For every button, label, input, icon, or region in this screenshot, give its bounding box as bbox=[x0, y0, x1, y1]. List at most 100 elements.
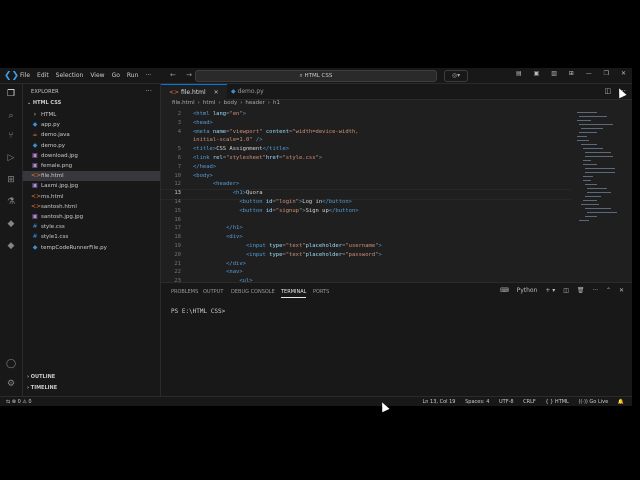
tab-ports[interactable]: PORTS bbox=[313, 289, 329, 295]
menu-item-go[interactable]: Go bbox=[112, 72, 120, 79]
terminal-prompt[interactable]: PS E:\HTML CSS> bbox=[171, 308, 225, 315]
code-token: <title> bbox=[193, 146, 217, 153]
file-tree-item[interactable]: <>santosh.html bbox=[23, 202, 160, 212]
tab-debug-console[interactable]: DEBUG CONSOLE bbox=[231, 289, 275, 295]
file-tree-item[interactable]: ▣ download.jpg bbox=[23, 151, 160, 161]
code-token: </title> bbox=[262, 146, 290, 153]
minimap-line bbox=[585, 152, 611, 153]
trash-icon[interactable]: 🗑 bbox=[577, 287, 585, 294]
search-icon[interactable]: ⌕ bbox=[5, 110, 17, 122]
go-live-button[interactable]: ((·)) Go Live bbox=[578, 399, 608, 405]
file-tree-item[interactable]: ◆ app.py bbox=[23, 120, 160, 130]
code-token: </button> bbox=[328, 207, 359, 214]
toggle-secondary-sidebar-icon[interactable]: ▥ bbox=[551, 70, 557, 77]
file-tree-item[interactable]: ☕ demo.java bbox=[23, 130, 160, 140]
menu-item-selection[interactable]: Selection bbox=[56, 72, 84, 79]
file-tree-item[interactable]: ▣ female.png bbox=[23, 161, 160, 171]
breadcrumb-item[interactable]: h1 bbox=[273, 100, 280, 106]
errors-count[interactable]: ⊗ 0 bbox=[12, 399, 21, 405]
end-of-line[interactable]: CRLF bbox=[523, 399, 536, 405]
terminal-kind[interactable]: ⌨ Python bbox=[494, 287, 537, 294]
tab-file-html[interactable]: <> file.html ✕ bbox=[161, 84, 227, 100]
file-tree-item[interactable]: # style1.css bbox=[23, 232, 160, 242]
code-line: 10 <body> bbox=[161, 172, 213, 181]
line-number: 18 bbox=[174, 234, 181, 241]
editor-tabs: <> file.html ✕ ◆ demo.py ◫ ··· bbox=[161, 84, 632, 100]
bell-icon[interactable]: 🔔 bbox=[618, 399, 624, 405]
file-name: santosh.jpg.jpg bbox=[41, 214, 84, 220]
remote-icon[interactable]: ⇆ bbox=[6, 399, 10, 405]
toggle-primary-sidebar-icon[interactable]: ▤ bbox=[516, 70, 522, 77]
maximize-button[interactable]: ❐ bbox=[604, 70, 609, 77]
minimap-line bbox=[579, 220, 589, 221]
testing-icon[interactable]: ⚗ bbox=[5, 196, 17, 208]
file-tree-item[interactable]: <>file.html bbox=[23, 171, 160, 182]
status-right: Ln 13, Col 19 Spaces: 4 UTF-8 CRLF { } H… bbox=[415, 397, 624, 406]
breadcrumb-item[interactable]: body bbox=[224, 100, 238, 106]
toggle-panel-icon[interactable]: ▣ bbox=[534, 70, 540, 77]
menu-item-view[interactable]: View bbox=[90, 72, 104, 79]
menu-item-run[interactable]: Run bbox=[127, 72, 139, 79]
close-button[interactable]: ✕ bbox=[621, 70, 626, 77]
code-editor[interactable]: 2 <html lang="en"> 3 <head> 4 <meta name="vie… bbox=[161, 110, 571, 282]
outline-section[interactable]: › OUTLINE bbox=[27, 374, 55, 380]
tab-problems[interactable]: PROBLEMS bbox=[171, 289, 198, 295]
close-icon[interactable]: ✕ bbox=[214, 89, 219, 96]
menu-item-edit[interactable]: Edit bbox=[37, 72, 49, 79]
code-token: <button bbox=[239, 199, 266, 205]
explorer-icon[interactable]: ❐ bbox=[5, 88, 17, 100]
file-tree-item[interactable]: ▣ Laxmi.jpg.jpg bbox=[23, 181, 160, 191]
back-arrow-icon[interactable]: ← bbox=[170, 71, 176, 79]
file-tree-item[interactable]: # style.css bbox=[23, 222, 160, 232]
split-editor-icon[interactable]: ◫ bbox=[604, 87, 611, 95]
code-token: > bbox=[318, 155, 323, 161]
code-token: CSS Assignment bbox=[216, 146, 263, 153]
language-mode[interactable]: { } HTML bbox=[545, 399, 568, 405]
explorer-title: EXPLORER bbox=[31, 89, 59, 95]
code-token: </h1> bbox=[226, 225, 243, 232]
encoding[interactable]: UTF-8 bbox=[499, 399, 514, 405]
file-tree-item[interactable]: ◆ demo.py bbox=[23, 141, 160, 151]
menu-item-more[interactable]: ··· bbox=[145, 72, 151, 79]
warnings-count[interactable]: ⚠ 0 bbox=[22, 399, 31, 405]
breadcrumb-item[interactable]: header bbox=[245, 100, 264, 106]
gear-icon[interactable]: ⚙ bbox=[5, 378, 17, 390]
copilot-icon[interactable]: ◎▾ bbox=[444, 70, 468, 82]
file-tree-item[interactable]: <>ms.html bbox=[23, 192, 160, 202]
minimap-line bbox=[583, 148, 603, 149]
folder-html-css[interactable]: ⌄ HTML CSS bbox=[27, 100, 61, 106]
python-icon[interactable]: ◆ bbox=[5, 218, 17, 230]
code-token: content bbox=[265, 128, 290, 135]
tab-demo-py[interactable]: ◆ demo.py bbox=[223, 84, 272, 99]
more-actions-icon[interactable]: ··· bbox=[145, 87, 152, 95]
account-icon[interactable]: ◯ bbox=[5, 358, 17, 370]
code-line: 13 <h1>Quora bbox=[161, 189, 262, 198]
forward-arrow-icon[interactable]: → bbox=[186, 71, 192, 79]
customize-layout-icon[interactable]: ⊞ bbox=[569, 70, 574, 77]
minimize-button[interactable]: — bbox=[586, 70, 592, 77]
run-debug-icon[interactable]: ▷ bbox=[5, 152, 17, 164]
minimap[interactable] bbox=[573, 110, 627, 230]
file-type-icon: ◆ bbox=[32, 141, 38, 149]
extensions-icon[interactable]: ⊞ bbox=[5, 174, 17, 186]
command-center-search[interactable]: ⌕ HTML CSS bbox=[195, 70, 437, 82]
tab-output[interactable]: OUTPUT bbox=[203, 289, 223, 295]
minimap-line bbox=[587, 188, 607, 189]
file-tree-item[interactable]: ◆ tempCodeRunnerFile.py bbox=[23, 243, 160, 253]
more-actions-icon[interactable]: ··· bbox=[592, 287, 598, 294]
file-tree-item[interactable]: ▣ santosh.jpg.jpg bbox=[23, 212, 160, 222]
python-env-icon[interactable]: ◆ bbox=[5, 240, 17, 252]
new-terminal-icon[interactable]: + ▾ bbox=[545, 287, 555, 294]
source-control-icon[interactable]: ⑂ bbox=[5, 130, 17, 142]
indentation[interactable]: Spaces: 4 bbox=[465, 399, 489, 405]
breadcrumb-item[interactable]: html bbox=[203, 100, 216, 106]
file-tree-item[interactable]: › HTML bbox=[23, 110, 160, 120]
cursor-position[interactable]: Ln 13, Col 19 bbox=[423, 399, 456, 405]
tab-terminal[interactable]: TERMINAL bbox=[281, 289, 307, 298]
split-terminal-icon[interactable]: ◫ bbox=[563, 287, 569, 294]
breadcrumb-item[interactable]: file.html bbox=[172, 100, 195, 106]
menu-item-file[interactable]: File bbox=[20, 72, 30, 79]
timeline-section[interactable]: › TIMELINE bbox=[27, 385, 57, 391]
close-icon[interactable]: ✕ bbox=[619, 287, 624, 294]
maximize-panel-icon[interactable]: ⌃ bbox=[606, 287, 611, 294]
